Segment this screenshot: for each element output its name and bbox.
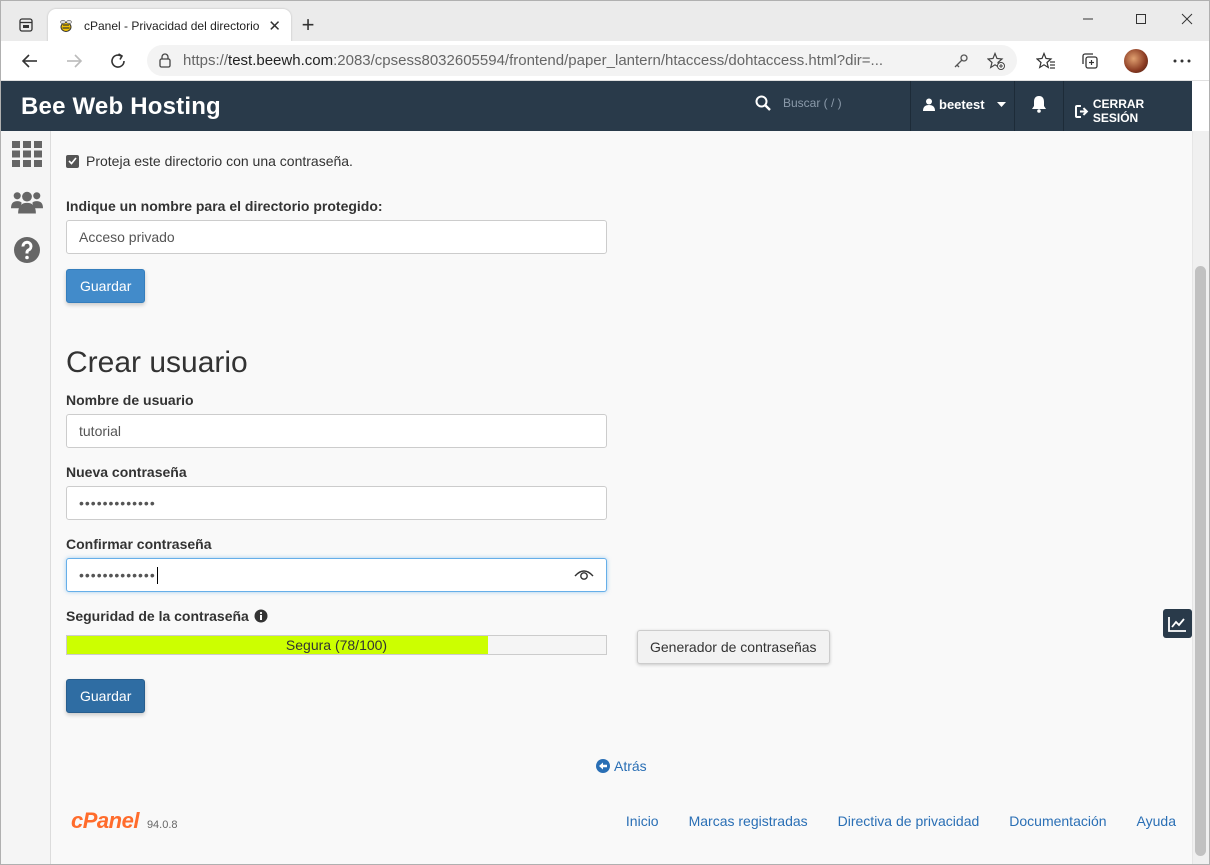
checkmark-icon: [68, 157, 77, 165]
protect-directory-checkbox-row[interactable]: Proteja este directorio con una contrase…: [66, 153, 353, 169]
maximize-icon[interactable]: [1118, 5, 1164, 33]
favorites-icon[interactable]: [1031, 47, 1061, 75]
footer-link-privacy[interactable]: Directiva de privacidad: [838, 813, 980, 829]
text-caret: [156, 566, 158, 584]
new-password-input[interactable]: •••••••••••••: [66, 486, 607, 520]
caret-down-icon: [996, 102, 1006, 107]
new-password-label: Nueva contraseña: [66, 464, 187, 480]
stats-panel-button[interactable]: [1163, 609, 1192, 638]
url-text: https://test.beewh.com:2083/cpsess803260…: [183, 52, 884, 69]
password-generator-button[interactable]: Generador de contraseñas: [637, 630, 830, 664]
reload-icon[interactable]: [103, 47, 133, 75]
main-content: Proteja este directorio con una contrase…: [51, 131, 1192, 864]
header-divider: [1063, 81, 1064, 131]
chart-line-icon: [1168, 616, 1186, 632]
footer-link-documentation[interactable]: Documentación: [1009, 813, 1106, 829]
browser-tabstrip: cPanel - Privacidad del directorio ✕ +: [0, 0, 1210, 42]
protect-directory-checkbox[interactable]: [66, 154, 79, 168]
create-user-heading: Crear usuario: [66, 346, 248, 379]
arrow-circle-left-icon: [596, 759, 610, 773]
logout-label: CERRAR SESIÓN: [1092, 97, 1145, 125]
password-strength-meter: Segura (78/100): [66, 635, 607, 655]
lock-icon[interactable]: [159, 53, 171, 68]
back-link[interactable]: Atrás: [596, 758, 647, 774]
footer-link-trademarks[interactable]: Marcas registradas: [689, 813, 808, 829]
directory-name-input[interactable]: Acceso privado: [66, 220, 607, 254]
profile-avatar[interactable]: [1121, 47, 1151, 75]
sidebar: [1, 131, 51, 864]
directory-name-label: Indique un nombre para el directorio pro…: [66, 198, 383, 214]
cpanel-header: Bee Web Hosting Buscar ( / ) beetest CER…: [1, 81, 1192, 131]
search-icon: [755, 95, 771, 111]
collections-icon[interactable]: [1075, 47, 1105, 75]
page-scrollbar[interactable]: [1192, 131, 1209, 864]
save-user-button[interactable]: Guardar: [66, 679, 146, 713]
username-field-label: Nombre de usuario: [66, 392, 194, 408]
bee-favicon-icon: [60, 19, 72, 32]
new-tab-icon[interactable]: +: [295, 13, 321, 39]
tab-title: cPanel - Privacidad del directorio: [84, 18, 260, 33]
key-icon[interactable]: [953, 53, 969, 69]
confirm-password-label: Confirmar contraseña: [66, 536, 212, 552]
username-input[interactable]: tutorial: [66, 414, 607, 448]
confirm-password-input[interactable]: •••••••••••••: [66, 558, 607, 592]
forward-arrow-icon[interactable]: [59, 47, 89, 75]
header-divider: [910, 81, 911, 131]
password-strength-text: Segura (78/100): [285, 637, 388, 653]
search-input[interactable]: Buscar ( / ): [783, 96, 842, 110]
password-strength-label: Seguridad de la contraseña: [66, 608, 268, 624]
eye-icon[interactable]: [574, 567, 594, 581]
sign-out-icon: [1075, 104, 1089, 118]
cpanel-logo: cPanel 94.0.8: [71, 808, 178, 833]
browser-tab[interactable]: cPanel - Privacidad del directorio ✕: [48, 9, 291, 42]
back-arrow-icon[interactable]: [15, 47, 45, 75]
users-icon[interactable]: [11, 186, 43, 218]
add-favorite-icon[interactable]: [987, 51, 1005, 70]
footer-link-help[interactable]: Ayuda: [1137, 813, 1176, 829]
protect-directory-label: Proteja este directorio con una contrase…: [86, 153, 353, 169]
tab-close-icon[interactable]: ✕: [268, 17, 281, 35]
tab-actions-icon[interactable]: [11, 11, 41, 39]
scrollbar-thumb[interactable]: [1195, 266, 1206, 856]
info-icon[interactable]: [254, 609, 268, 623]
grid-home-icon[interactable]: [11, 138, 43, 170]
minimize-icon[interactable]: [1065, 5, 1111, 33]
window-close-icon[interactable]: [1164, 5, 1210, 33]
save-directory-button[interactable]: Guardar: [66, 269, 146, 303]
more-menu-icon[interactable]: [1167, 47, 1197, 75]
search-box[interactable]: Buscar ( / ): [755, 95, 842, 111]
header-divider: [1014, 81, 1015, 131]
username-label: beetest: [939, 97, 985, 112]
browser-navbar: https://test.beewh.com:2083/cpsess803260…: [0, 41, 1210, 81]
logout-button[interactable]: CERRAR SESIÓN: [1075, 97, 1192, 125]
cpanel-version: 94.0.8: [146, 819, 178, 831]
user-icon: [923, 98, 935, 111]
help-icon[interactable]: [11, 234, 43, 266]
brand-title[interactable]: Bee Web Hosting: [21, 93, 221, 121]
footer-link-inicio[interactable]: Inicio: [626, 813, 659, 829]
bell-icon[interactable]: [1031, 95, 1047, 118]
user-menu[interactable]: beetest: [923, 97, 1006, 112]
address-bar[interactable]: https://test.beewh.com:2083/cpsess803260…: [147, 45, 1017, 76]
footer-links: Inicio Marcas registradas Directiva de p…: [626, 813, 1176, 829]
